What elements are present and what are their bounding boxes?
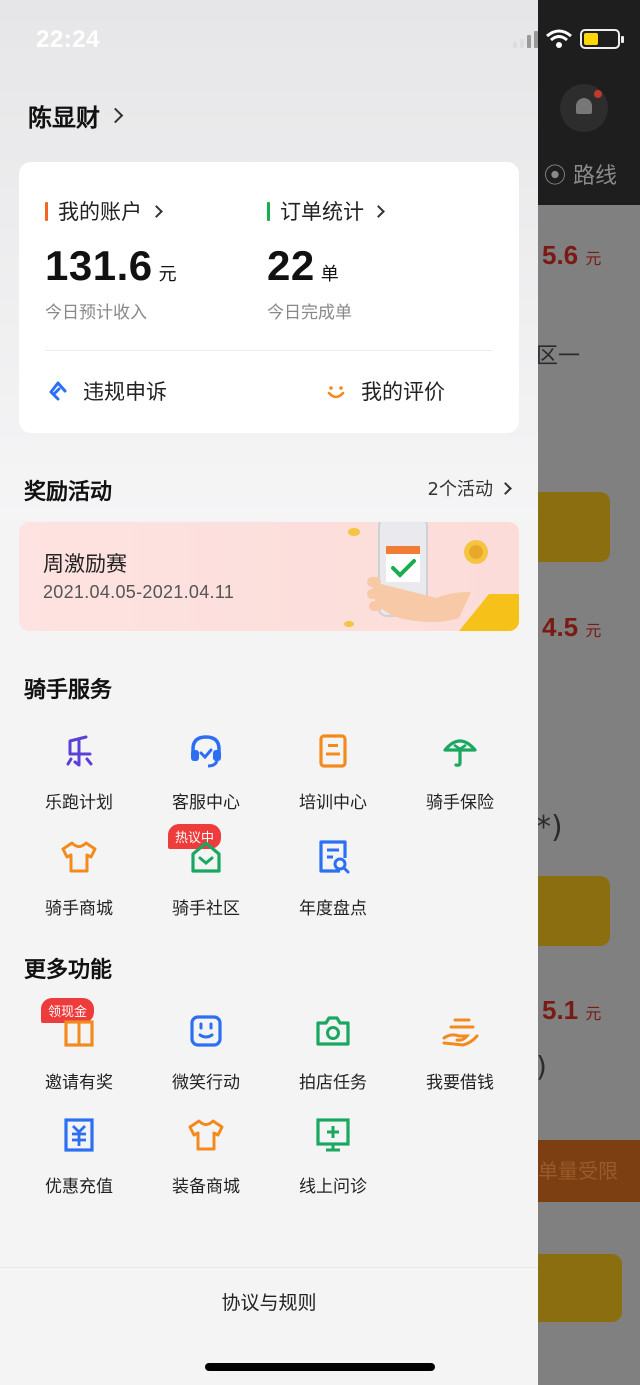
- background-order-card: [538, 960, 640, 1140]
- agreement-rules-link[interactable]: 协议与规则: [0, 1288, 538, 1315]
- feature-label: 微笑行动: [172, 1073, 240, 1093]
- background-price: 5.1 元: [542, 995, 602, 1025]
- background-text-fragment: *): [536, 810, 563, 845]
- background-price: 5.6 元: [542, 240, 602, 270]
- wifi-icon: [546, 29, 572, 48]
- background-button: [538, 492, 610, 562]
- status-time: 22:24: [36, 26, 100, 53]
- account-subtitle: 今日预计收入: [45, 303, 147, 323]
- report-icon: [319, 840, 350, 874]
- account-stat[interactable]: 我的账户 131.6 元 今日预计收入: [45, 196, 177, 323]
- service-rider-insurance[interactable]: 骑手保险: [400, 732, 520, 813]
- service-customer-center[interactable]: 客服中心: [146, 732, 266, 813]
- rewards-more-link[interactable]: 2个活动: [427, 475, 512, 501]
- background-limit-banner: 单量受限: [538, 1140, 640, 1202]
- accent-bar: [267, 201, 270, 221]
- service-label: 骑手商城: [45, 899, 113, 919]
- divider: [45, 350, 493, 351]
- background-button: [538, 1254, 622, 1322]
- phone-hand-illustration-icon: [344, 522, 519, 631]
- face-icon: [190, 1015, 222, 1047]
- service-training-center[interactable]: 培训中心: [273, 732, 393, 813]
- service-le-run-plan[interactable]: 乐跑计划: [19, 732, 139, 813]
- user-profile-link[interactable]: 陈显财: [28, 98, 124, 133]
- background-button: [538, 876, 610, 946]
- weekly-contest-banner[interactable]: 周激励赛 2021.04.05-2021.04.11: [19, 522, 519, 631]
- service-label: 骑手保险: [426, 793, 494, 813]
- feature-discount-topup[interactable]: 优惠充值: [19, 1116, 139, 1197]
- footer-divider: [0, 1267, 538, 1268]
- umbrella-icon: [443, 739, 477, 767]
- background-price: 4.5 元: [542, 612, 602, 642]
- chevron-right-icon: [372, 204, 385, 218]
- appeal-label: 违规申诉: [83, 380, 167, 404]
- account-unit: 元: [158, 264, 177, 285]
- orders-title: 订单统计: [280, 200, 364, 224]
- community-icon: [191, 841, 221, 873]
- notification-bell-icon: [560, 84, 608, 132]
- feature-label: 我要借钱: [426, 1073, 494, 1093]
- chevron-right-icon: [107, 107, 124, 124]
- feature-store-photo-task[interactable]: 拍店任务: [273, 1012, 393, 1093]
- background-text-fragment: 区一: [536, 344, 581, 369]
- consult-icon: [316, 1118, 350, 1152]
- feature-label: 拍店任务: [299, 1073, 367, 1093]
- gift-icon: [64, 1020, 94, 1047]
- service-rider-mall[interactable]: 骑手商城: [19, 838, 139, 919]
- service-label: 年度盘点: [299, 899, 367, 919]
- service-label: 乐跑计划: [45, 793, 113, 813]
- side-drawer: 陈显财 我的账户 131.6 元 今日预计收入 订单统计 22 单 今日完成单 …: [0, 0, 538, 1385]
- tshirt-icon: [61, 841, 97, 873]
- camera-icon: [316, 1016, 350, 1046]
- appeal-button[interactable]: 违规申诉: [47, 376, 167, 406]
- orders-unit: 单: [320, 264, 339, 285]
- appeal-icon: [49, 381, 67, 401]
- banner-date: 2021.04.05-2021.04.11: [43, 582, 235, 602]
- yen-icon: [64, 1118, 94, 1152]
- chevron-right-icon: [499, 481, 512, 495]
- feature-label: 装备商城: [172, 1177, 240, 1197]
- smile-icon: [327, 386, 345, 399]
- service-annual-review[interactable]: 年度盘点: [273, 838, 393, 919]
- home-indicator: [205, 1363, 435, 1371]
- feature-label: 邀请有奖: [45, 1073, 113, 1093]
- account-value: 131.6: [45, 242, 153, 289]
- feature-label: 优惠充值: [45, 1177, 113, 1197]
- service-rider-community[interactable]: 热议中 骑手社区: [146, 824, 266, 919]
- orders-subtitle: 今日完成单: [267, 303, 352, 323]
- service-label: 骑手社区: [172, 899, 240, 919]
- feature-invite-reward[interactable]: 领现金 邀请有奖: [19, 998, 139, 1093]
- chevron-right-icon: [150, 204, 163, 218]
- user-name: 陈显财: [28, 104, 100, 132]
- loan-icon: [442, 1018, 479, 1047]
- feature-borrow-money[interactable]: 我要借钱: [400, 1012, 520, 1093]
- route-label: ⦿ 路线: [544, 164, 618, 189]
- training-icon: [319, 734, 347, 768]
- cellular-signal-icon: [513, 30, 538, 48]
- accent-bar: [45, 201, 48, 221]
- battery-icon: [580, 29, 624, 49]
- le-icon: [66, 735, 93, 767]
- service-label: 培训中心: [299, 793, 367, 813]
- my-reviews-button[interactable]: 我的评价: [325, 376, 445, 406]
- feature-online-consult[interactable]: 线上问诊: [273, 1116, 393, 1197]
- rider-services-title: 骑手服务: [24, 678, 113, 703]
- headset-icon: [191, 735, 221, 768]
- my-reviews-label: 我的评价: [361, 380, 445, 404]
- orders-stat[interactable]: 订单统计 22 单 今日完成单: [267, 196, 385, 323]
- stats-card: 我的账户 131.6 元 今日预计收入 订单统计 22 单 今日完成单 违规申诉…: [19, 162, 519, 433]
- status-icons: [513, 26, 624, 52]
- feature-smile-action[interactable]: 微笑行动: [146, 1012, 266, 1093]
- service-label: 客服中心: [172, 793, 240, 813]
- account-title: 我的账户: [58, 200, 142, 224]
- banner-title: 周激励赛: [43, 552, 127, 576]
- more-features-title: 更多功能: [24, 958, 113, 983]
- orders-value: 22: [267, 242, 315, 289]
- feature-equipment-mall[interactable]: 装备商城: [146, 1116, 266, 1197]
- rewards-section-title: 奖励活动: [24, 480, 113, 505]
- rewards-more-label: 2个活动: [427, 479, 493, 500]
- feature-label: 线上问诊: [299, 1177, 367, 1197]
- equipment-icon: [188, 1119, 224, 1151]
